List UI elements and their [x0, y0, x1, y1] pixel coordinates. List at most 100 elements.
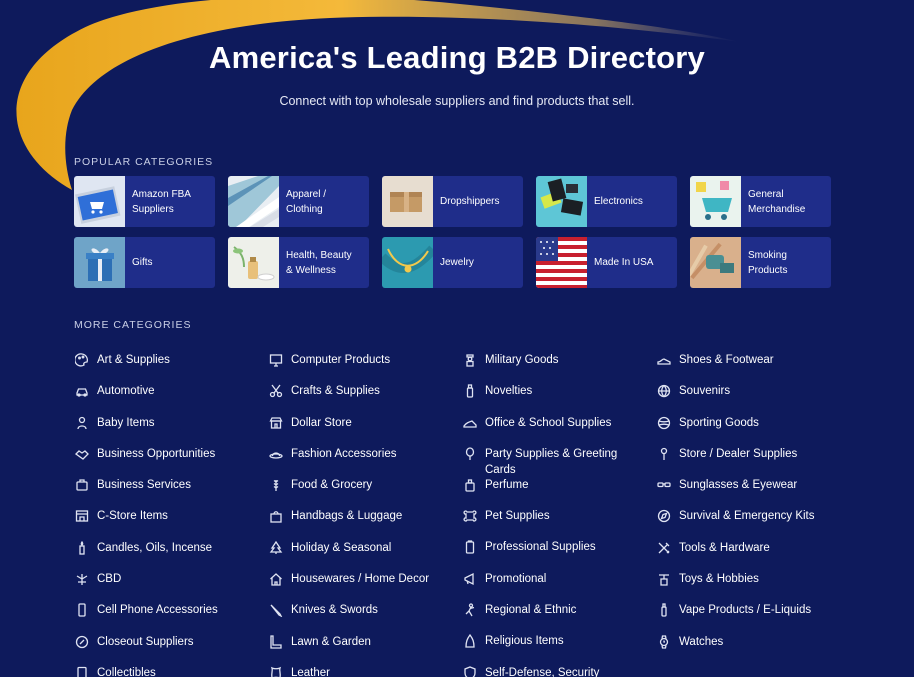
popular-card-label: Electronics: [594, 196, 643, 207]
category-link-novelties[interactable]: Novelties: [462, 379, 656, 410]
popular-card-label: Amazon FBA Suppliers: [132, 188, 191, 215]
category-link-party-supplies[interactable]: Party Supplies & Greeting Cards: [462, 442, 656, 476]
popular-card-label: Gifts: [132, 257, 153, 268]
category-link-tools-hardware[interactable]: Tools & Hardware: [656, 536, 850, 567]
category-link-sporting-goods[interactable]: Sporting Goods: [656, 411, 850, 442]
category-link-c-store-items[interactable]: C-Store Items: [74, 504, 268, 535]
shop-icon: [268, 415, 284, 431]
category-link-shoes-footwear[interactable]: Shoes & Footwear: [656, 348, 850, 379]
popular-card-general-merchandise[interactable]: General Merchandise: [690, 176, 831, 227]
popular-card-dropshippers[interactable]: Dropshippers: [382, 176, 523, 227]
category-link-cell-phone-accessories[interactable]: Cell Phone Accessories: [74, 598, 268, 629]
category-link-souvenirs[interactable]: Souvenirs: [656, 379, 850, 410]
monitor-icon: [268, 352, 284, 368]
home-icon: [268, 571, 284, 587]
category-link-fashion-accessories[interactable]: Fashion Accessories: [268, 442, 462, 473]
leaf-icon: [74, 571, 90, 587]
hat-icon: [268, 446, 284, 462]
category-link-regional-ethnic[interactable]: Regional & Ethnic: [462, 598, 656, 629]
page-title: America's Leading B2B Directory: [209, 40, 705, 75]
popular-categories-grid: Amazon FBA Suppliers Apparel / Clothing …: [74, 176, 831, 288]
category-link-pet-supplies[interactable]: Pet Supplies: [462, 504, 656, 535]
popular-card-jewelry[interactable]: Jewelry: [382, 237, 523, 288]
hero: America's Leading B2B Directory Connect …: [0, 40, 914, 108]
category-link-toys-hobbies[interactable]: Toys & Hobbies: [656, 567, 850, 598]
category-link-survival-emergency-kits[interactable]: Survival & Emergency Kits: [656, 504, 850, 535]
category-link-self-defense-security[interactable]: Self-Defense, Security: [462, 661, 656, 677]
category-link-office-school-supplies[interactable]: Office & School Supplies: [462, 411, 656, 442]
category-link-handbags-luggage[interactable]: Handbags & Luggage: [268, 504, 462, 535]
compass-icon: [656, 508, 672, 524]
category-link-baby-items[interactable]: Baby Items: [74, 411, 268, 442]
globe-icon: [656, 383, 672, 399]
candle-icon: [74, 540, 90, 556]
knife-icon: [268, 602, 284, 618]
popular-card-label: Jewelry: [440, 257, 474, 268]
toy-icon: [656, 571, 672, 587]
electronics-image: [536, 176, 587, 227]
phone-icon: [74, 602, 90, 618]
category-link-watches[interactable]: Watches: [656, 630, 850, 661]
page-subtitle: Connect with top wholesale suppliers and…: [279, 94, 635, 108]
category-link-automotive[interactable]: Automotive: [74, 379, 268, 410]
popular-card-amazon-fba[interactable]: Amazon FBA Suppliers: [74, 176, 215, 227]
category-link-cbd[interactable]: CBD: [74, 567, 268, 598]
popular-card-apparel[interactable]: Apparel / Clothing: [228, 176, 369, 227]
category-link-candles-oils-incense[interactable]: Candles, Oils, Incense: [74, 536, 268, 567]
popular-card-label: General Merchandise: [748, 188, 806, 215]
folded-shirts-image: [228, 176, 279, 227]
category-column-2: Computer Products Crafts & Supplies Doll…: [268, 348, 462, 677]
category-link-store-dealer-supplies[interactable]: Store / Dealer Supplies: [656, 442, 850, 473]
baby-icon: [74, 415, 90, 431]
shield-icon: [462, 665, 478, 677]
dancer-icon: [462, 602, 478, 618]
popular-card-label: Smoking Products: [748, 249, 788, 276]
tree-icon: [268, 540, 284, 556]
category-link-collectibles[interactable]: Collectibles: [74, 661, 268, 677]
category-link-crafts-supplies[interactable]: Crafts & Supplies: [268, 379, 462, 410]
category-link-promotional[interactable]: Promotional: [462, 567, 656, 598]
category-link-business-services[interactable]: Business Services: [74, 473, 268, 504]
popular-card-smoking-products[interactable]: Smoking Products: [690, 237, 831, 288]
popular-categories-heading: POPULAR CATEGORIES: [74, 156, 214, 168]
category-link-knives-swords[interactable]: Knives & Swords: [268, 598, 462, 629]
category-link-lawn-garden[interactable]: Lawn & Garden: [268, 630, 462, 661]
popular-card-label: Dropshippers: [440, 196, 500, 207]
category-link-food-grocery[interactable]: Food & Grocery: [268, 473, 462, 504]
category-link-leather[interactable]: Leather: [268, 661, 462, 677]
category-link-business-opportunities[interactable]: Business Opportunities: [74, 442, 268, 473]
tools-icon: [656, 540, 672, 556]
popular-card-electronics[interactable]: Electronics: [536, 176, 677, 227]
category-link-closeout-suppliers[interactable]: Closeout Suppliers: [74, 630, 268, 661]
category-link-art-supplies[interactable]: Art & Supplies: [74, 348, 268, 379]
briefcase-icon: [74, 477, 90, 493]
sneaker-icon: [656, 352, 672, 368]
category-link-military-goods[interactable]: Military Goods: [462, 348, 656, 379]
vape-icon: [656, 602, 672, 618]
watch-icon: [656, 634, 672, 650]
soldier-icon: [462, 352, 478, 368]
temple-icon: [462, 633, 478, 649]
gift-box-image: [74, 237, 125, 288]
category-link-religious-items[interactable]: Religious Items: [462, 629, 656, 660]
wheat-icon: [268, 477, 284, 493]
category-link-perfume[interactable]: Perfume: [462, 473, 656, 504]
category-column-1: Art & Supplies Automotive Baby Items Bus…: [74, 348, 268, 677]
store-icon: [74, 508, 90, 524]
car-icon: [74, 383, 90, 399]
bone-icon: [462, 508, 478, 524]
more-categories-grid: Art & Supplies Automotive Baby Items Bus…: [74, 348, 850, 677]
category-link-vape-products[interactable]: Vape Products / E-Liquids: [656, 598, 850, 629]
popular-card-health-beauty[interactable]: Health, Beauty & Wellness: [228, 237, 369, 288]
balloon-icon: [462, 446, 478, 462]
category-link-holiday-seasonal[interactable]: Holiday & Seasonal: [268, 536, 462, 567]
category-link-professional-supplies[interactable]: Professional Supplies: [462, 535, 656, 566]
more-categories-heading: MORE CATEGORIES: [74, 319, 192, 331]
category-link-housewares-home-decor[interactable]: Housewares / Home Decor: [268, 567, 462, 598]
category-link-dollar-store[interactable]: Dollar Store: [268, 411, 462, 442]
smoking-products-image: [690, 237, 741, 288]
popular-card-gifts[interactable]: Gifts: [74, 237, 215, 288]
category-link-computer-products[interactable]: Computer Products: [268, 348, 462, 379]
popular-card-made-in-usa[interactable]: Made In USA: [536, 237, 677, 288]
category-link-sunglasses-eyewear[interactable]: Sunglasses & Eyewear: [656, 473, 850, 504]
